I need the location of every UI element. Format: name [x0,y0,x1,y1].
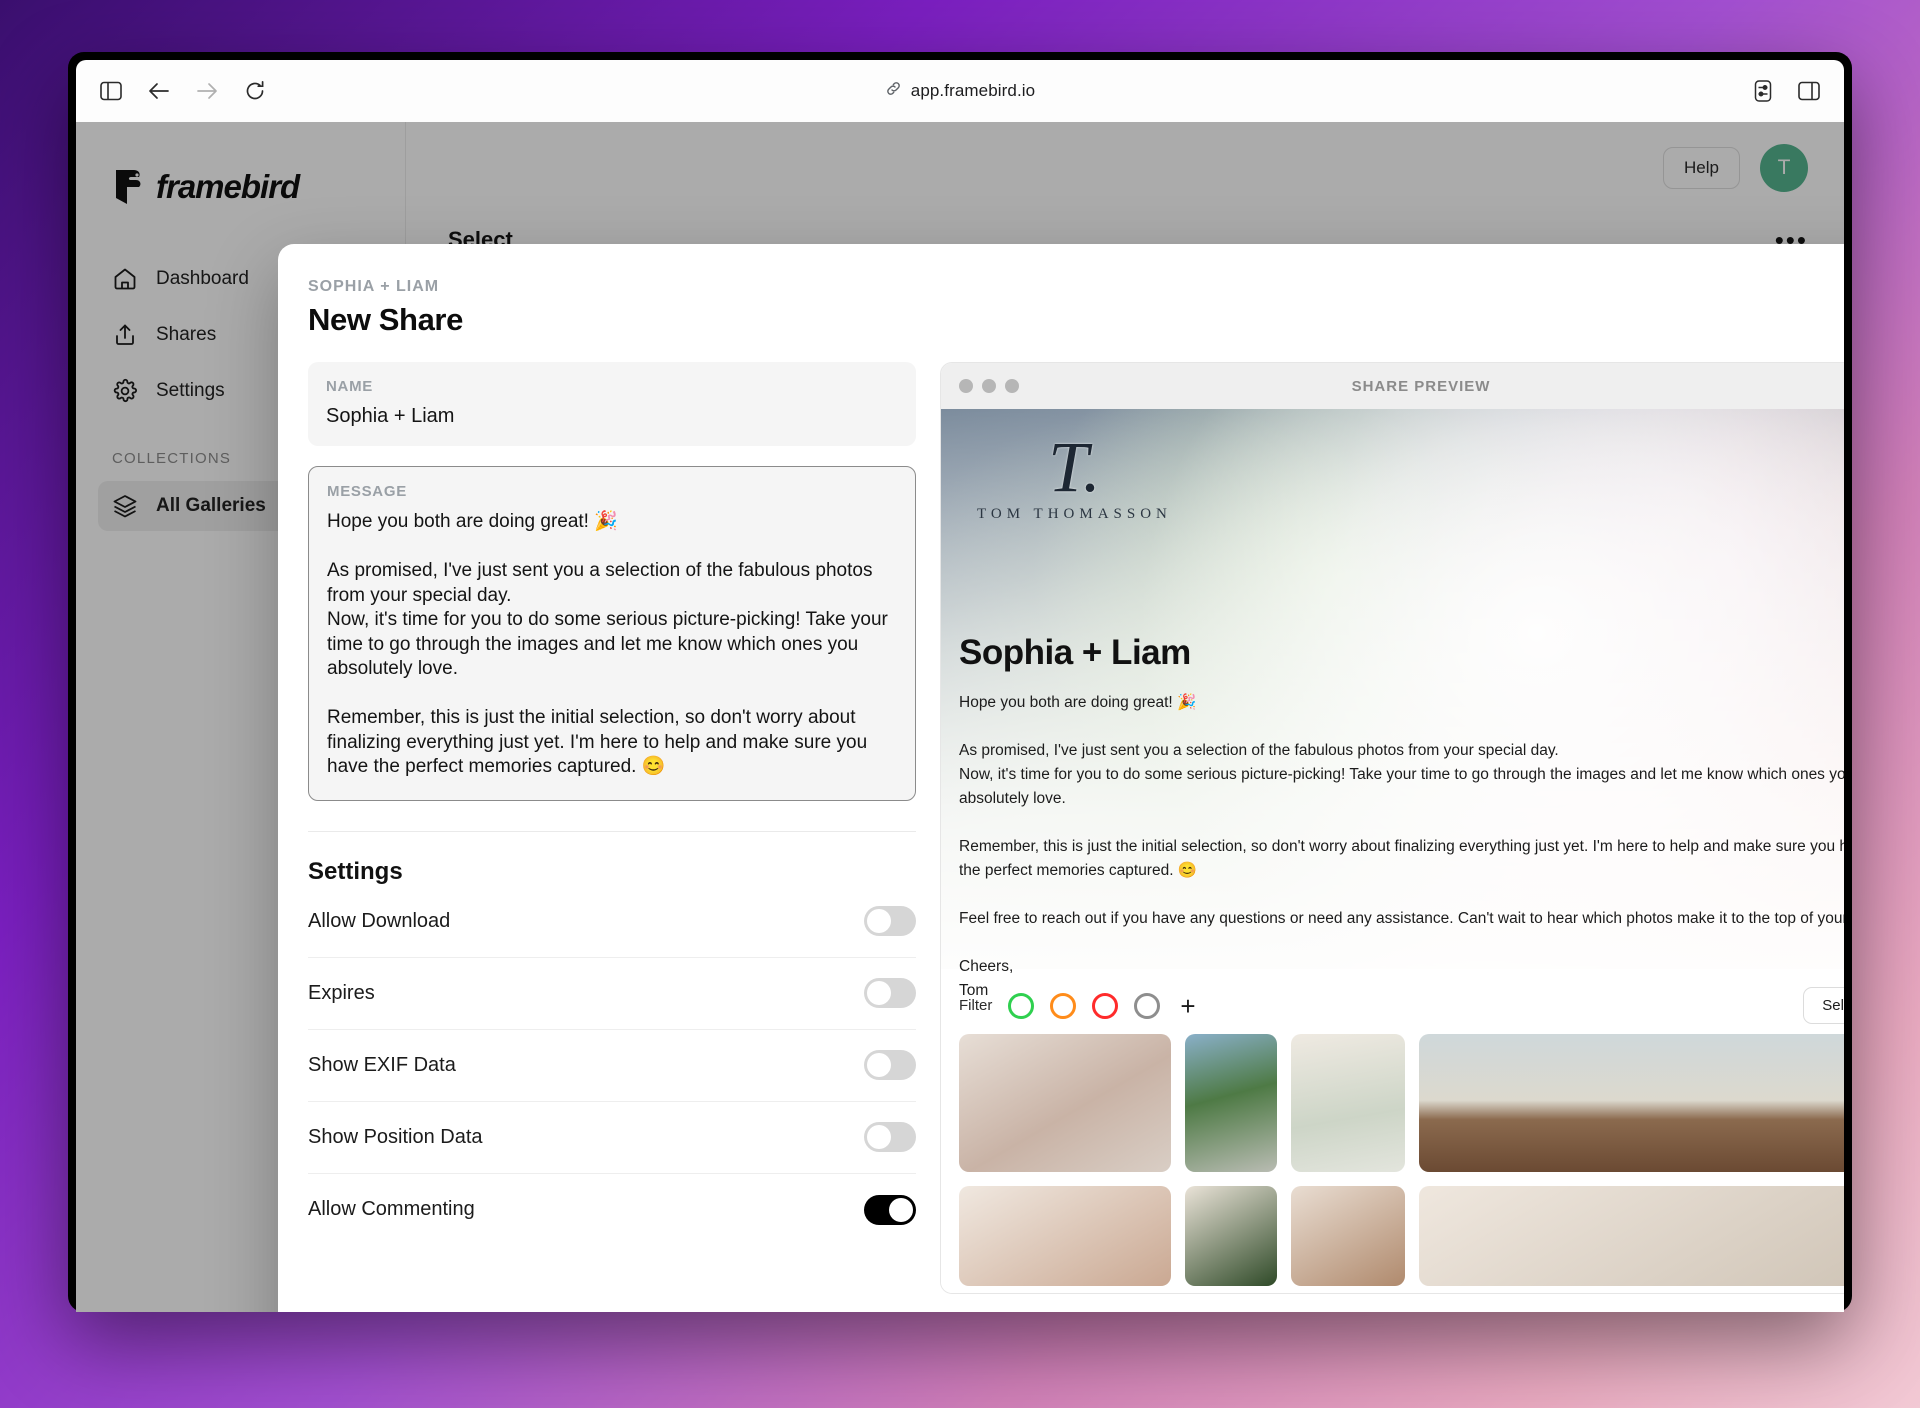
preview-message: Hope you both are doing great! 🎉 As prom… [959,694,1844,1000]
setting-row-expires: Expires [308,958,916,1030]
modal-eyebrow: SOPHIA + LIAM [308,278,440,295]
studio-monogram: T. [1048,427,1101,507]
message-field-label: MESSAGE [327,483,407,500]
show-exif-data-toggle[interactable] [864,1050,916,1080]
name-input[interactable]: Sophia + Liam [326,405,898,428]
modal-header: SOPHIA + LIAM New Share [278,244,1844,348]
setting-label: Show EXIF Data [308,1053,456,1076]
thumbnail[interactable] [1291,1034,1405,1172]
studio-logo: T. TOM THOMASSON [977,427,1172,523]
expires-toggle[interactable] [864,978,916,1008]
thumbnail[interactable] [1419,1186,1844,1286]
setting-row-allow-download: Allow Download [308,886,916,958]
hero-content: Sophia + Liam Hope you both are doing gr… [941,633,1844,1003]
name-field-label: NAME [326,378,373,395]
sidebar-toggle-icon[interactable] [98,78,124,104]
message-input[interactable]: Hope you both are doing great! 🎉 As prom… [327,510,897,780]
thumbnail[interactable] [1185,1034,1277,1172]
thumbnail[interactable] [1419,1034,1844,1172]
preview-title: SHARE PREVIEW [1351,377,1491,395]
share-preview-panel: SHARE PREVIEW T. TOM THOMASSON Sophia + … [940,362,1844,1294]
thumbnail[interactable] [1291,1186,1405,1286]
thumbnail[interactable] [1185,1186,1277,1286]
thumbnail[interactable] [959,1186,1171,1286]
reload-icon[interactable] [242,78,268,104]
settings-section: Settings Allow Download Expires Show EXI… [308,830,916,1246]
preview-thumbnail-grid [941,1034,1844,1286]
preview-hero: T. TOM THOMASSON Sophia + Liam Hope you … [941,409,1844,999]
setting-row-allow-commenting: Allow Commenting [308,1174,916,1246]
modal-footer: Save Settings as Default for Shares Canc… [278,1298,1844,1312]
allow-download-toggle[interactable] [864,906,916,936]
tab-overview-icon[interactable] [1796,78,1822,104]
setting-row-show-position-data: Show Position Data [308,1102,916,1174]
share-form: NAME Sophia + Liam MESSAGE Hope you both… [308,362,916,1298]
extensions-icon[interactable] [1750,78,1776,104]
back-arrow-icon[interactable] [146,78,172,104]
allow-commenting-toggle[interactable] [864,1194,916,1225]
forward-arrow-icon[interactable] [194,78,220,104]
browser-toolbar: app.framebird.io [76,60,1844,122]
setting-label: Show Position Data [308,1125,483,1148]
preview-titlebar: SHARE PREVIEW [941,363,1844,409]
setting-label: Expires [308,981,375,1004]
preview-content[interactable]: T. TOM THOMASSON Sophia + Liam Hope you … [941,409,1844,1293]
app-viewport: framebird Dashboard Shares Settings COLL… [76,122,1844,1312]
url-text: app.framebird.io [910,81,1036,100]
setting-label: Allow Download [308,909,451,932]
modal-body: NAME Sophia + Liam MESSAGE Hope you both… [278,348,1844,1298]
new-share-modal: SOPHIA + LIAM New Share NAME Sophia + Li… [278,244,1844,1312]
studio-name: TOM THOMASSON [977,505,1172,522]
name-field[interactable]: NAME Sophia + Liam [308,362,916,446]
thumbnail[interactable] [959,1034,1171,1172]
preview-gallery-title: Sophia + Liam [959,633,1191,672]
message-field[interactable]: MESSAGE Hope you both are doing great! 🎉… [308,466,916,801]
show-position-data-toggle[interactable] [864,1122,916,1152]
link-icon [885,80,902,102]
setting-label: Allow Commenting [308,1198,475,1220]
settings-title: Settings [308,857,403,885]
setting-row-show-exif-data: Show EXIF Data [308,1030,916,1102]
browser-window: app.framebird.io framebird Dashboard Sha… [68,52,1852,1312]
address-bar[interactable]: app.framebird.io [76,60,1844,122]
page-title: New Share [308,302,463,337]
